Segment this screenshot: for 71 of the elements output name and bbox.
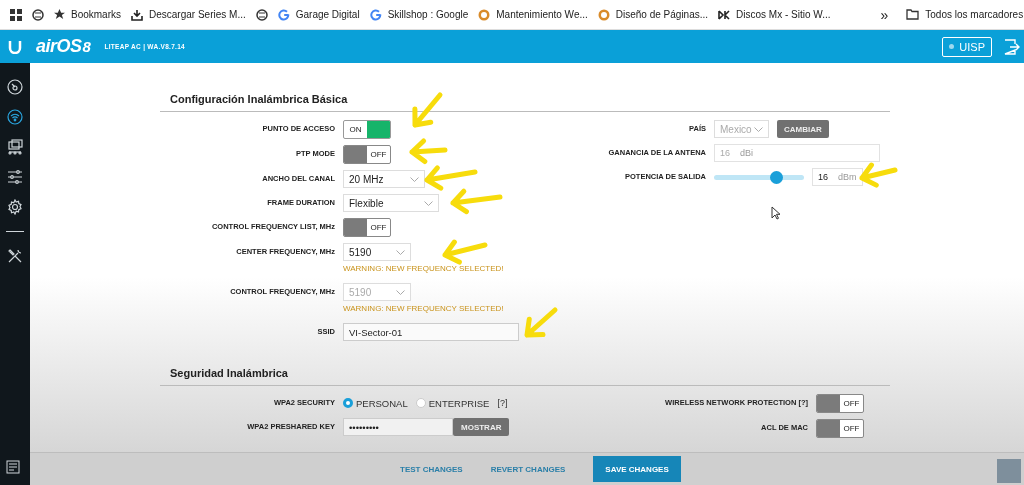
- bookmark-link[interactable]: Discos Mx - Sitio W...: [736, 9, 831, 20]
- sidebar-nav-button[interactable]: [5, 137, 25, 157]
- select-field[interactable]: 5190: [343, 243, 411, 261]
- logout-icon[interactable]: [1004, 38, 1020, 55]
- star-icon: [54, 9, 65, 20]
- sidebar-nav-button[interactable]: [5, 77, 25, 97]
- site-favicon-icon: [597, 8, 610, 21]
- chevron-down-icon: [424, 200, 433, 206]
- u-logo-icon: [8, 39, 22, 54]
- mouse-cursor-icon: [771, 206, 781, 220]
- section-title: Seguridad Inalámbrica: [160, 367, 890, 386]
- annotation-arrow: [409, 138, 448, 165]
- bookmark-link[interactable]: Diseño de Páginas...: [615, 9, 709, 20]
- toggle-switch[interactable]: OFF: [343, 218, 391, 237]
- annotation-arrow: [859, 162, 898, 188]
- sidebar-nav-button[interactable]: [5, 167, 25, 187]
- chevron-down-icon: [396, 249, 405, 255]
- annotation-arrow: [524, 307, 558, 338]
- chevron-down-icon: [396, 289, 405, 295]
- tools-icon: [7, 248, 23, 264]
- log-icon[interactable]: [6, 460, 20, 474]
- input-field[interactable]: VI-Sector-01: [343, 323, 519, 341]
- slider-thumb[interactable]: [770, 170, 784, 184]
- download-icon: [131, 8, 143, 21]
- site-favicon-icon: [718, 9, 731, 20]
- wifi-icon: [7, 109, 23, 125]
- footer-button[interactable]: SAVE CHANGES: [593, 456, 681, 482]
- toggle-switch[interactable]: ON: [343, 120, 391, 139]
- select-field[interactable]: Flexible: [343, 194, 439, 212]
- show-button[interactable]: MOSTRAR: [453, 418, 510, 436]
- warning-text: WARNING: NEW FREQUENCY SELECTED!: [343, 304, 504, 313]
- sidebar-nav-button[interactable]: [5, 197, 25, 217]
- radio-option[interactable]: PERSONAL: [343, 397, 408, 409]
- chevron-down-icon: [410, 176, 419, 182]
- toggle-switch[interactable]: OFF: [816, 419, 864, 438]
- sidebar-nav-button[interactable]: [5, 107, 25, 127]
- bookmark-link[interactable]: Bookmarks: [71, 9, 121, 20]
- warning-text: WARNING: NEW FREQUENCY SELECTED!: [343, 264, 504, 273]
- bookmark-link[interactable]: Descargar Series M...: [149, 9, 246, 20]
- bookmark-folder[interactable]: Todos los marcadores: [925, 9, 1024, 20]
- chevron-down-icon: [754, 126, 763, 132]
- annotation-arrow: [424, 165, 478, 191]
- toggle-switch[interactable]: OFF: [343, 145, 391, 164]
- apps-grid-icon[interactable]: [10, 8, 22, 21]
- site-favicon-icon: [478, 8, 491, 21]
- annotation-arrow: [412, 92, 443, 128]
- bookmark-link[interactable]: Garage Digital: [295, 9, 360, 20]
- gauge-icon: [7, 79, 23, 95]
- section-title: Configuración Inalámbrica Básica: [160, 93, 890, 112]
- toggle-switch[interactable]: OFF: [816, 394, 864, 413]
- folder-icon: [906, 9, 920, 20]
- globe-icon: [255, 8, 268, 21]
- bookmark-link[interactable]: Mantenimiento We...: [496, 9, 588, 20]
- photo-placeholder: [997, 459, 1021, 483]
- annotation-arrow: [450, 188, 503, 215]
- dot-icon: [949, 44, 955, 49]
- more-bookmarks-button[interactable]: »: [880, 6, 889, 23]
- g-letter-icon: [277, 8, 290, 21]
- g-letter-icon: [369, 8, 382, 21]
- input-field[interactable]: 16 dBm: [812, 168, 863, 186]
- help-link[interactable]: [?]: [497, 398, 508, 408]
- password-field[interactable]: •••••••••: [343, 418, 453, 436]
- network-icon: [7, 139, 23, 155]
- sliders-icon: [7, 169, 23, 185]
- settings-icon: [7, 199, 23, 215]
- radio-option[interactable]: ENTERPRISE: [415, 397, 490, 409]
- product-logo: airOS8: [36, 36, 91, 57]
- bookmark-link[interactable]: Skillshop : Google: [387, 9, 469, 20]
- annotation-arrow: [442, 239, 488, 265]
- globe-icon: [32, 8, 44, 21]
- select-field[interactable]: 20 MHz: [343, 170, 425, 188]
